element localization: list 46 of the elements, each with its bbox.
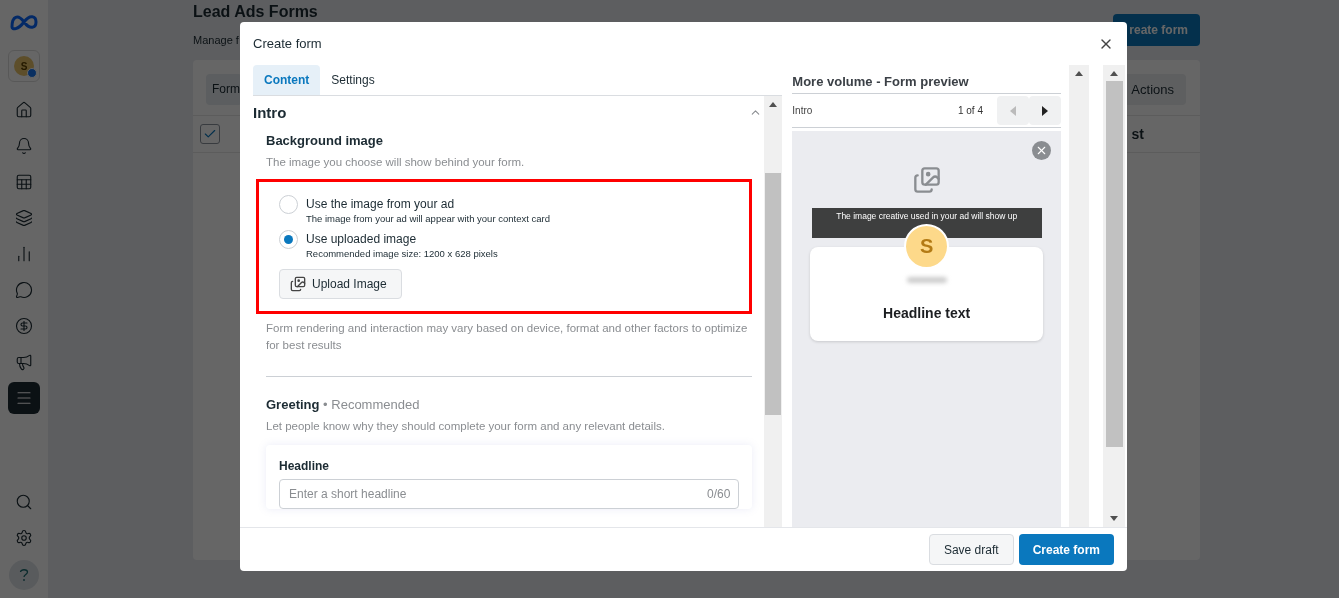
- section-title: Intro: [253, 104, 287, 121]
- help-icon[interactable]: [9, 560, 39, 590]
- option-label: Use uploaded image: [306, 232, 418, 246]
- avatar: S: [904, 224, 950, 269]
- character-counter: 0/60: [707, 487, 731, 501]
- image-icon: [912, 166, 941, 194]
- tab[interactable]: Content: [253, 65, 321, 95]
- blurred-text: [906, 277, 947, 283]
- page-counter: 1 of 4: [957, 105, 983, 116]
- check-icon: [203, 127, 217, 141]
- upload-image-button[interactable]: Upload Image: [279, 269, 402, 299]
- preview-headline: Headline text: [883, 305, 971, 321]
- scroll-down-icon[interactable]: [1110, 516, 1118, 521]
- account-switcher[interactable]: S: [8, 50, 40, 82]
- scrollbar[interactable]: [1103, 65, 1125, 527]
- background-image-heading: Background image: [266, 133, 385, 148]
- scroll-up-icon[interactable]: [1075, 71, 1083, 76]
- option-hint: Recommended image size: 1200 x 628 pixels: [306, 248, 498, 259]
- meta-logo[interactable]: [9, 12, 39, 32]
- scrollbar[interactable]: [764, 96, 783, 527]
- headline-label: Headline: [279, 459, 330, 473]
- background-image-description: The image you choose will show behind your form.: [266, 155, 526, 170]
- create-form-button[interactable]: Create form: [1018, 534, 1114, 565]
- forms-tab[interactable]: Form: [206, 74, 242, 105]
- preview-title: More volume - Form preview: [792, 74, 1061, 94]
- menu-icon[interactable]: [8, 382, 40, 414]
- select-all-checkbox[interactable]: [200, 124, 220, 144]
- tab[interactable]: Settings: [320, 65, 386, 95]
- column-header: st: [1131, 126, 1144, 142]
- scrollbar[interactable]: [1069, 65, 1089, 527]
- scroll-up-icon[interactable]: [769, 102, 778, 107]
- option-hint: The image from your ad will appear with your context card: [306, 213, 550, 224]
- radio-button[interactable]: [279, 230, 298, 249]
- greeting-heading: Greeting • Recommended: [266, 397, 421, 412]
- greeting-description: Let people know why they should complete your form and any relevant details.: [266, 419, 666, 434]
- save-draft-button[interactable]: Save draft: [928, 534, 1014, 565]
- rendering-note: Form rendering and interaction may vary based on device, format and other factors to optimize for best results: [266, 321, 749, 353]
- scroll-up-icon[interactable]: [1110, 71, 1118, 76]
- page-title: Lead Ads Forms: [193, 3, 318, 21]
- option-label: Use the image from your ad: [306, 197, 456, 211]
- image-icon: [290, 276, 306, 292]
- preview-step: Intro: [792, 105, 958, 116]
- radio-button[interactable]: [279, 195, 298, 214]
- preview-banner: The image creative used in your ad will show up: [811, 208, 1042, 238]
- page-subtitle: Manage f: [193, 34, 239, 46]
- dialog-title: Create form: [253, 36, 322, 51]
